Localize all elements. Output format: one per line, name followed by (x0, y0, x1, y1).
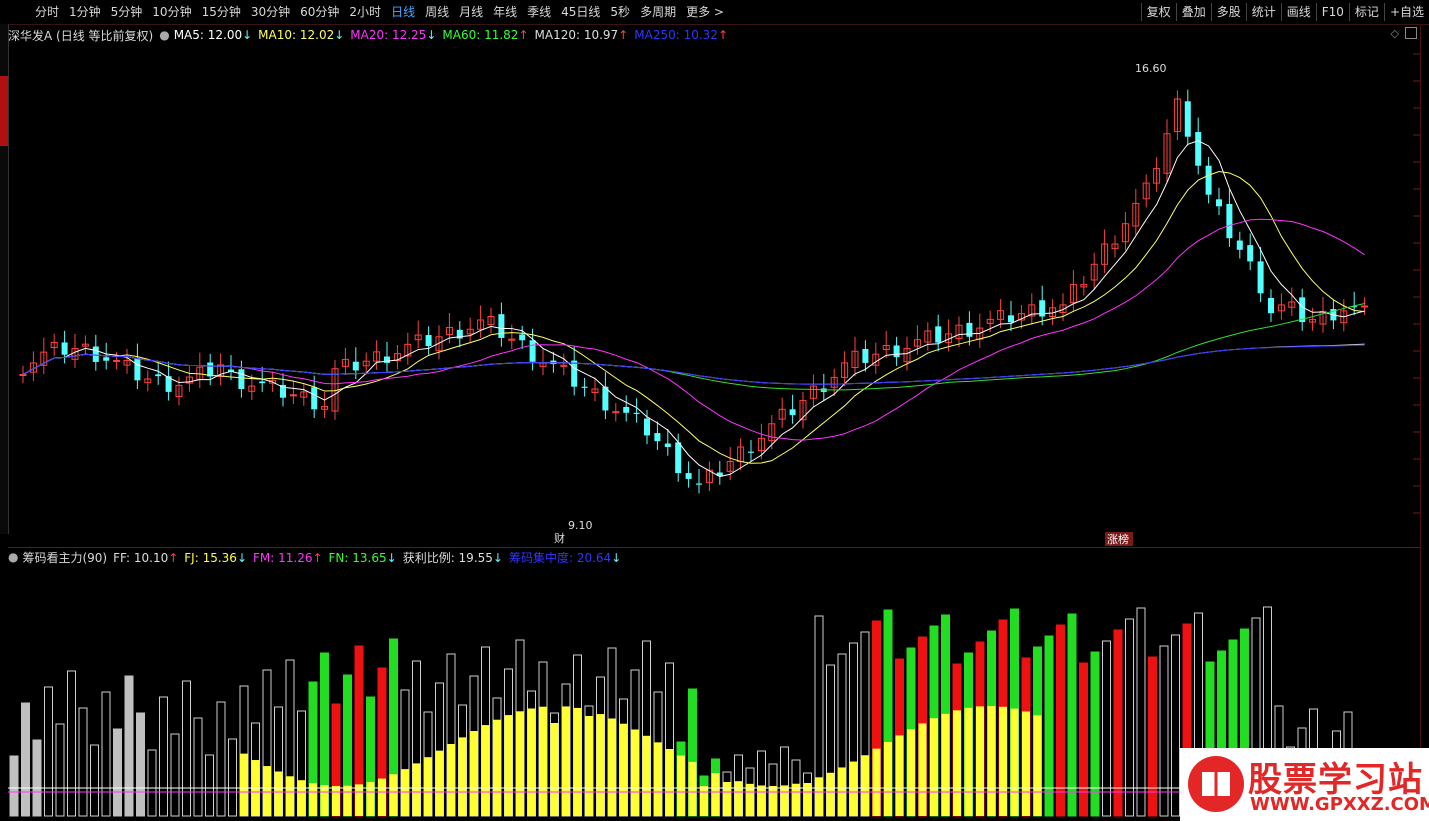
period-tab-5[interactable]: 30分钟 (246, 3, 295, 21)
high-price-label: 16.60 (1135, 62, 1167, 75)
panel-menu-icon[interactable] (1405, 27, 1417, 39)
period-tab-9[interactable]: 周线 (420, 3, 454, 21)
site-watermark: 股票学习站 WWW.GPXXZ.COM (1180, 748, 1429, 821)
period-tab-1[interactable]: 1分钟 (64, 3, 106, 21)
tool-button-3[interactable]: 统计 (1245, 3, 1281, 21)
expand-icon[interactable]: ◇ (1391, 27, 1399, 40)
book-logo-icon (1188, 756, 1244, 812)
period-tab-4[interactable]: 15分钟 (197, 3, 246, 21)
tool-button-4[interactable]: 画线 (1280, 3, 1316, 21)
tool-button-7[interactable]: +自选 (1383, 3, 1429, 21)
tool-button-6[interactable]: 标记 (1348, 3, 1384, 21)
period-tab-3[interactable]: 10分钟 (147, 3, 196, 21)
chart-tools: 复权 叠加 多股 统计 画线 F10 标记 +自选 (1140, 3, 1429, 21)
period-tab-11[interactable]: 年线 (488, 3, 522, 21)
period-tab-7[interactable]: 2小时 (344, 3, 386, 21)
period-tab-0[interactable]: 分时 (30, 3, 64, 21)
period-tab-15[interactable]: 多周期 (635, 3, 681, 21)
tool-button-2[interactable]: 多股 (1210, 3, 1246, 21)
right-price-axis (1420, 24, 1429, 821)
watermark-url: WWW.GPXXZ.COM (1250, 794, 1429, 815)
finance-marker: 财 (554, 531, 565, 545)
period-tab-8[interactable]: 日线 (386, 3, 420, 21)
limit-up-marker: 涨榜 (1107, 532, 1129, 546)
period-tabs: 分时 1分钟 5分钟 10分钟 15分钟 30分钟 60分钟 2小时 日线 周线 月线 年线 季线 45日… (30, 3, 729, 21)
period-tab-13[interactable]: 45日线 (556, 3, 605, 21)
candlestick-chart[interactable]: 16.60 9.10财 涨榜 (8, 24, 1421, 547)
tool-button-1[interactable]: 叠加 (1175, 3, 1211, 21)
low-price-label: 9.10 (568, 519, 593, 532)
period-tab-16[interactable]: 更多 > (681, 3, 729, 21)
period-tab-14[interactable]: 5秒 (605, 3, 635, 21)
period-tab-12[interactable]: 季线 (522, 3, 556, 21)
period-tab-6[interactable]: 60分钟 (295, 3, 344, 21)
tool-button-5[interactable]: F10 (1315, 3, 1349, 21)
left-sidebar-active (0, 76, 8, 146)
tool-button-0[interactable]: 复权 (1140, 3, 1176, 21)
period-tab-2[interactable]: 5分钟 (106, 3, 148, 21)
period-toolbar: 分时 1分钟 5分钟 10分钟 15分钟 30分钟 60分钟 2小时 日线 周线 月线 年线 季线 45日… (0, 0, 1429, 25)
period-tab-10[interactable]: 月线 (454, 3, 488, 21)
price-chart-panel[interactable]: 深华发A (日线 等比前复权) ● MA5: 12.00↓ MA10: 12.02… (8, 24, 1421, 548)
